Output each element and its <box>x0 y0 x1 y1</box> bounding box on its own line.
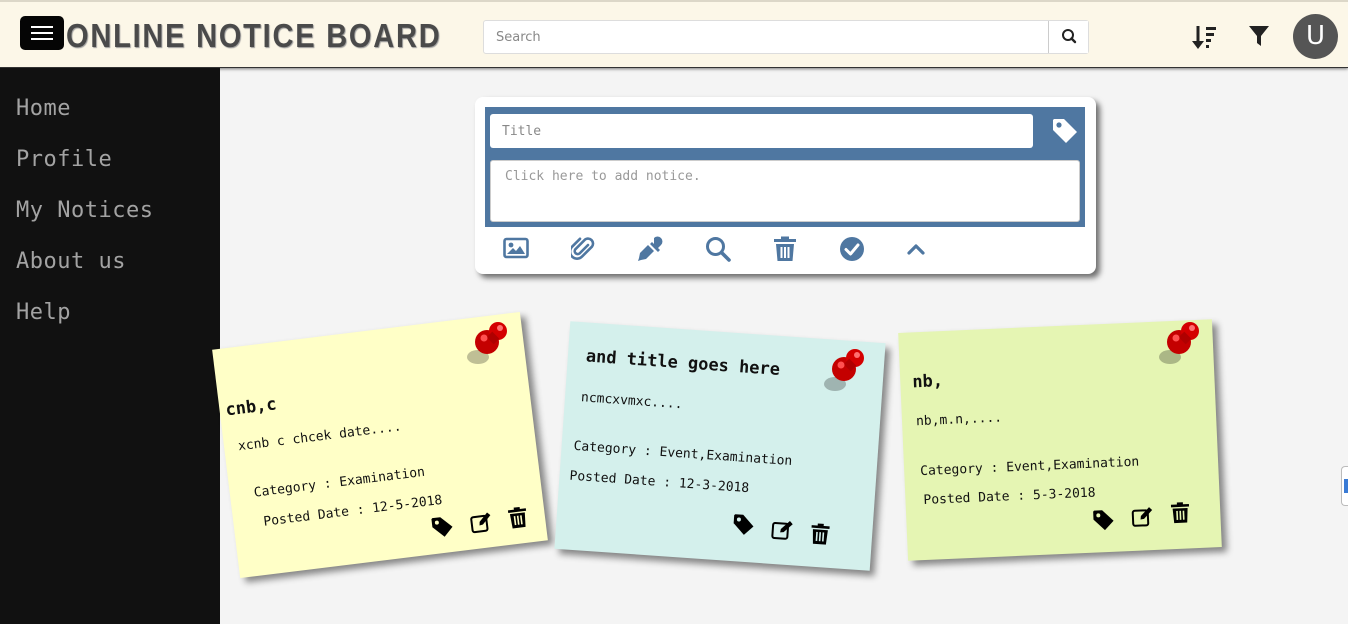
app-title: ONLINE NOTICE BOARD <box>66 17 442 54</box>
search-bar <box>483 20 1089 54</box>
notice-preview: nb,m.n,.... <box>915 410 1003 430</box>
notice-title: cnb,c <box>224 394 278 421</box>
sidebar-item-about-us[interactable]: About us <box>16 249 126 274</box>
edit-icon[interactable] <box>771 518 794 541</box>
sidebar-item-home[interactable]: Home <box>16 96 71 121</box>
sidebar: Home Profile My Notices About us Help <box>0 68 220 624</box>
sidebar-item-profile[interactable]: Profile <box>16 147 112 172</box>
check-circle-icon[interactable] <box>839 236 865 262</box>
paperclip-icon[interactable] <box>571 236 595 262</box>
search-icon[interactable] <box>705 236 731 262</box>
edit-icon[interactable] <box>469 510 494 535</box>
notice-posted-date: Posted Date : 5-3-2018 <box>923 485 1096 509</box>
trash-icon[interactable] <box>773 236 797 262</box>
menu-icon[interactable] <box>20 16 64 50</box>
sort-icon[interactable] <box>1190 24 1218 50</box>
notice-preview: xcnb c chcek date.... <box>237 419 403 455</box>
eyedropper-icon[interactable] <box>637 236 663 262</box>
trash-icon[interactable] <box>809 523 830 546</box>
tag-icon[interactable] <box>732 513 755 536</box>
tag-icon[interactable] <box>430 515 455 540</box>
notice-posted-date: Posted Date : 12-5-2018 <box>262 492 444 530</box>
search-button[interactable] <box>1048 21 1088 53</box>
notice-category: Category : Event,Examination <box>573 438 793 470</box>
side-widget-tab[interactable] <box>1341 466 1348 506</box>
chevron-up-icon[interactable] <box>905 242 927 256</box>
pushpin-icon <box>824 349 864 391</box>
search-input[interactable] <box>484 21 1050 53</box>
notice-category: Category : Examination <box>253 464 426 501</box>
pushpin-icon <box>1159 322 1199 364</box>
title-input[interactable] <box>490 114 1033 148</box>
notice-posted-date: Posted Date : 12-3-2018 <box>569 468 750 497</box>
sidebar-item-help[interactable]: Help <box>16 300 71 325</box>
composer-panel <box>485 107 1085 227</box>
search-icon <box>1062 29 1077 44</box>
notice-title: nb, <box>911 371 944 393</box>
top-header: ONLINE NOTICE BOARD U <box>0 0 1348 68</box>
notice-preview: ncmcxvmxc.... <box>580 390 684 413</box>
tag-icon[interactable] <box>1051 117 1079 145</box>
avatar[interactable]: U <box>1293 14 1338 59</box>
notice-category: Category : Event,Examination <box>919 454 1140 480</box>
image-icon[interactable] <box>503 236 529 260</box>
sidebar-item-my-notices[interactable]: My Notices <box>16 198 153 223</box>
trash-icon[interactable] <box>507 506 530 530</box>
notice-textarea[interactable] <box>490 160 1080 222</box>
tag-icon[interactable] <box>1092 509 1115 532</box>
notice-title: and title goes here <box>585 346 781 380</box>
notice-composer <box>475 97 1096 274</box>
trash-icon[interactable] <box>1170 501 1191 524</box>
edit-icon[interactable] <box>1131 505 1154 528</box>
pushpin-icon <box>467 322 507 364</box>
filter-icon[interactable] <box>1248 24 1270 48</box>
